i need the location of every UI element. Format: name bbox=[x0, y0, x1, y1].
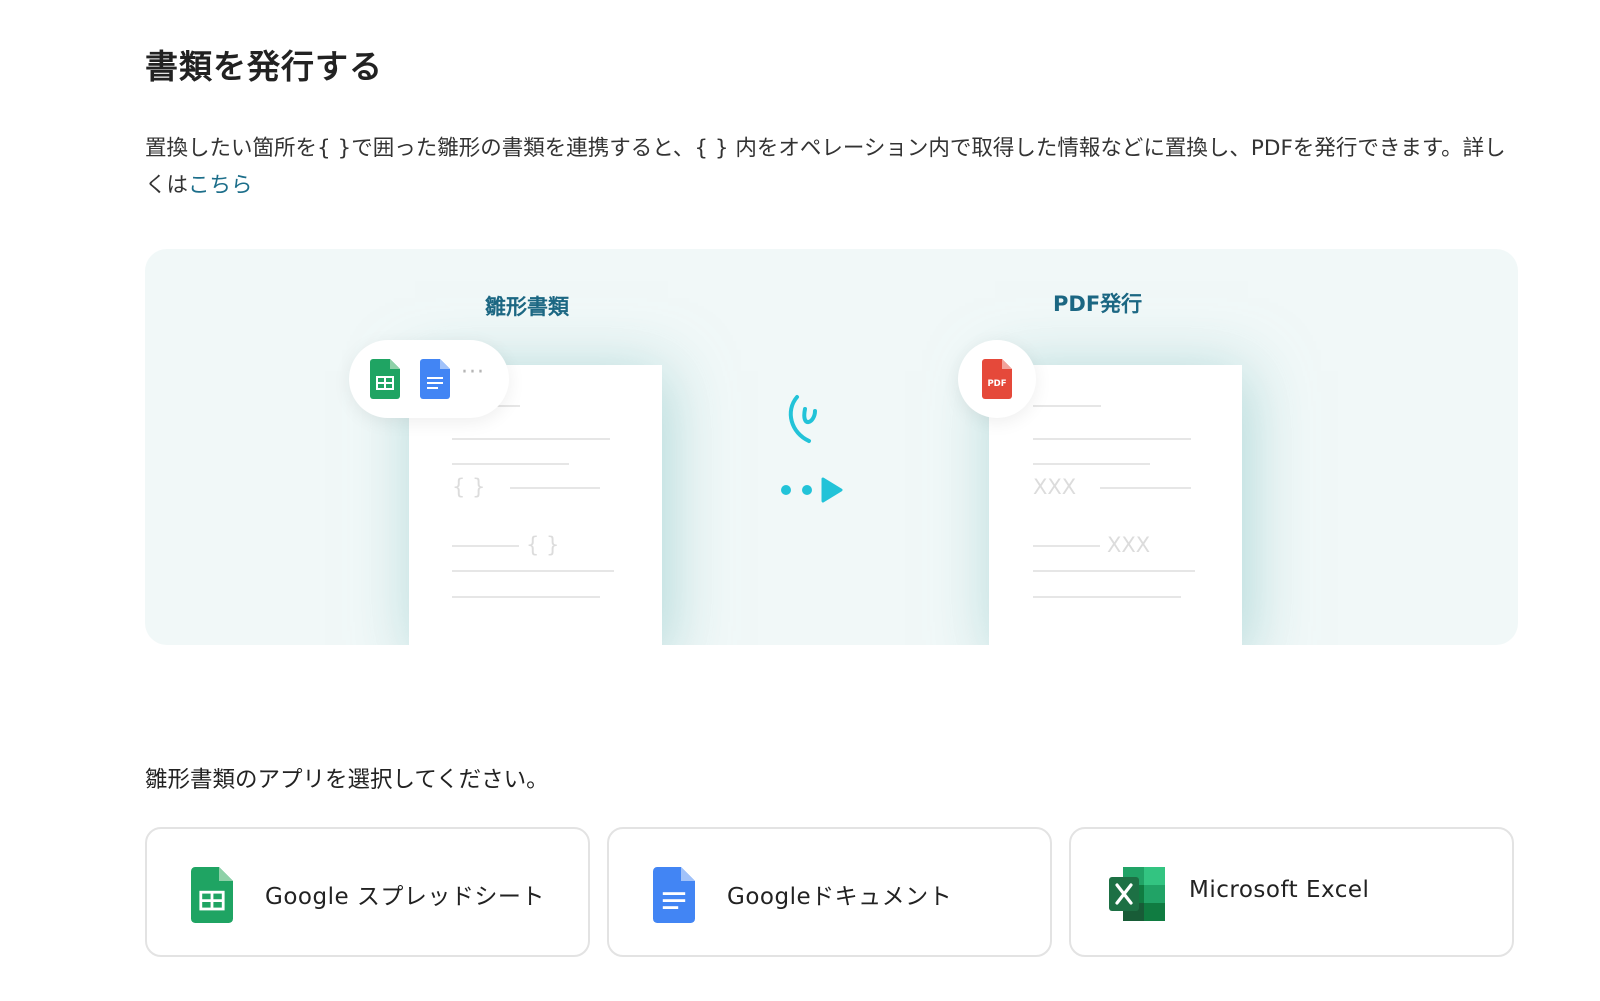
pdf-label: PDF発行 bbox=[1053, 292, 1143, 316]
pdf-placeholder-xxx: XXX bbox=[1033, 475, 1077, 499]
template-apps-badge: ··· bbox=[349, 340, 509, 418]
details-link[interactable]: こちら bbox=[188, 173, 253, 198]
option-label: Googleドキュメント bbox=[727, 884, 953, 910]
google-sheets-icon bbox=[370, 359, 400, 399]
process-illustration: 雛形書類 PDF発行 { } { } XXX XXX ··· PDF bbox=[145, 249, 1518, 645]
google-docs-option[interactable]: Googleドキュメント bbox=[607, 827, 1052, 957]
description-text: 置換したい箇所を{ }で囲った雛形の書類を連携すると、{ } 内をオペレーション… bbox=[145, 136, 1506, 198]
microsoft-excel-option[interactable]: Microsoft Excel bbox=[1069, 827, 1514, 957]
google-docs-icon bbox=[420, 359, 450, 399]
app-select-prompt: 雛形書類のアプリを選択してください。 bbox=[145, 767, 549, 793]
page: 書類を発行する 置換したい箇所を{ }で囲った雛形の書類を連携すると、{ } 内… bbox=[0, 0, 1600, 1001]
pdf-document: XXX XXX bbox=[989, 365, 1242, 645]
pdf-placeholder-xxx: XXX bbox=[1107, 533, 1151, 557]
pdf-badge-text: PDF bbox=[987, 379, 1006, 389]
microsoft-excel-icon bbox=[1109, 867, 1165, 921]
pdf-badge: PDF bbox=[958, 340, 1036, 418]
page-title: 書類を発行する bbox=[145, 47, 383, 86]
template-placeholder-braces: { } bbox=[452, 475, 486, 499]
google-docs-icon bbox=[653, 867, 695, 923]
arrow-right-icon bbox=[781, 477, 843, 503]
template-placeholder-braces: { } bbox=[526, 533, 560, 557]
option-label: Google スプレッドシート bbox=[265, 884, 545, 910]
page-description: 置換したい箇所を{ }で囲った雛形の書類を連携すると、{ } 内をオペレーション… bbox=[145, 130, 1525, 204]
google-sheets-icon bbox=[191, 867, 233, 923]
google-sheets-option[interactable]: Google スプレッドシート bbox=[145, 827, 590, 957]
template-label: 雛形書類 bbox=[485, 295, 569, 319]
more-apps-icon: ··· bbox=[461, 360, 485, 385]
yoom-logo-icon bbox=[788, 395, 817, 443]
option-label: Microsoft Excel bbox=[1189, 877, 1370, 903]
pdf-file-icon: PDF bbox=[982, 359, 1012, 399]
